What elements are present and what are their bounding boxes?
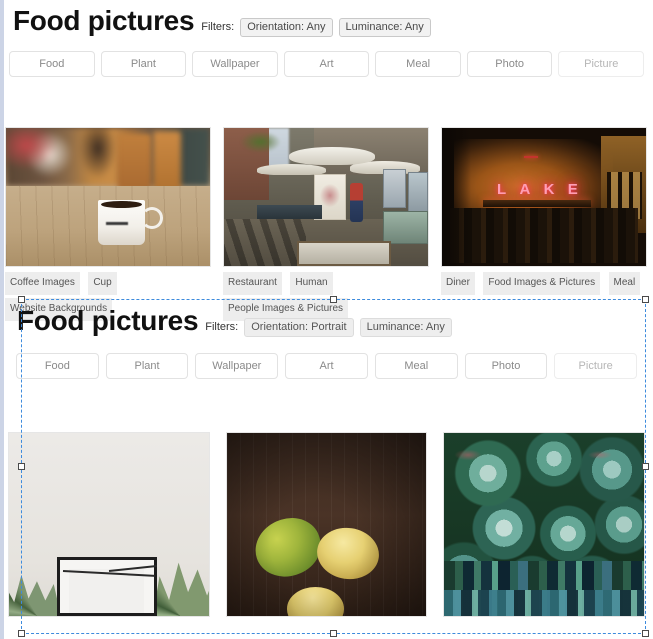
orientation-filter-button[interactable]: Orientation: Portrait <box>244 318 354 337</box>
neon-letter: E <box>567 180 579 198</box>
tab-art[interactable]: Art <box>283 51 370 77</box>
page-title: Food pictures <box>17 305 199 336</box>
lemons-image <box>226 433 427 616</box>
framed-picture <box>383 169 406 209</box>
gallery-card[interactable]: Coffee Images Cup Website Backgrounds <box>5 127 211 324</box>
tab-wallpaper[interactable]: Wallpaper <box>195 353 279 379</box>
thumbnail-lake-neon[interactable]: L A K E <box>441 127 647 267</box>
page-title: Food pictures <box>13 5 195 36</box>
category-tabs[interactable]: Food Plant Wallpaper Art Meal Photo Pict… <box>0 51 653 77</box>
tag-chip[interactable]: Meal <box>608 272 641 295</box>
filters-label: Filters: <box>201 21 235 33</box>
luminance-filter-button[interactable]: Luminance: Any <box>359 318 452 337</box>
framed-picture <box>407 172 428 214</box>
tab-food[interactable]: Food <box>9 51 95 77</box>
tab-art[interactable]: Art <box>285 353 368 379</box>
thumbnail-coffee-mug[interactable] <box>5 127 211 267</box>
tab-photo[interactable]: Photo <box>464 353 548 379</box>
gallery-card[interactable] <box>225 432 428 617</box>
selection-handle-bottom-left[interactable] <box>18 630 25 637</box>
tag-list: Diner Food Images & Pictures Meal <box>441 272 647 298</box>
neon-letter: A <box>519 180 532 198</box>
succulents-image <box>444 433 645 616</box>
tag-chip[interactable]: Cup <box>88 272 117 295</box>
tab-wallpaper[interactable]: Wallpaper <box>192 51 278 77</box>
gallery-card[interactable] <box>8 432 210 617</box>
mug-handle-icon <box>140 206 164 229</box>
selection-handle-middle-right[interactable] <box>642 463 649 470</box>
display-table <box>256 205 322 220</box>
pineapple-leaves-left <box>8 574 61 616</box>
gallery-card[interactable]: Restaurant Human People Images & Picture… <box>223 127 429 324</box>
umbrella-icon <box>289 147 375 166</box>
selection-handle-top-left[interactable] <box>18 296 25 303</box>
image-gallery: Coffee Images Cup Website Backgrounds Re… <box>0 127 653 324</box>
lake-neon-image: L A K E <box>442 128 646 266</box>
dark-vignette <box>442 128 471 266</box>
mug-label <box>105 221 129 225</box>
art-market-image <box>224 128 428 266</box>
gallery-card[interactable]: L A K E Diner Food Images & Pictures Mea… <box>441 127 647 324</box>
vignette-overlay <box>226 433 427 616</box>
picture-frame-image <box>8 433 209 616</box>
tab-photo[interactable]: Photo <box>466 51 553 77</box>
neon-letter: K <box>543 180 556 198</box>
tag-chip[interactable]: Restaurant <box>223 272 282 295</box>
coffee-mug-image <box>6 128 210 266</box>
selection-handle-bottom-center[interactable] <box>330 630 337 637</box>
counter-surface <box>482 199 591 207</box>
tab-picture[interactable]: Picture <box>558 51 645 77</box>
chair-icon <box>152 130 182 192</box>
seating-area <box>450 208 638 264</box>
gallery-card[interactable] <box>443 432 646 617</box>
image-gallery <box>0 432 653 617</box>
section-food-pictures-any: Food pictures Filters: Orientation: Any … <box>0 6 653 324</box>
ground-shadow <box>224 219 306 266</box>
selection-handle-middle-left[interactable] <box>18 463 25 470</box>
section-header: Food pictures Filters: Orientation: Port… <box>0 306 653 337</box>
tag-chip[interactable]: Human <box>290 272 333 295</box>
selection-handle-bottom-right[interactable] <box>642 630 649 637</box>
thumbnail-lemons[interactable] <box>225 432 428 617</box>
thumbnail-art-market[interactable] <box>223 127 429 267</box>
chair-icon <box>118 133 151 189</box>
luminance-filter-button[interactable]: Luminance: Any <box>338 18 431 37</box>
tab-meal[interactable]: Meal <box>374 353 458 379</box>
thumbnail-succulents[interactable] <box>443 432 646 617</box>
tab-food[interactable]: Food <box>16 353 99 379</box>
red-light-icon <box>523 155 538 159</box>
tag-chip[interactable]: Coffee Images <box>5 272 80 295</box>
filters-label: Filters: <box>205 321 239 333</box>
tab-plant[interactable]: Plant <box>100 51 187 77</box>
neon-sign-lake: L A K E <box>493 180 583 198</box>
tab-picture[interactable]: Picture <box>554 353 638 379</box>
person-figure <box>350 183 363 222</box>
neon-letter: L <box>497 180 508 198</box>
image-loading-glitch-band <box>444 590 645 616</box>
orientation-filter-button[interactable]: Orientation: Any <box>240 18 333 37</box>
tab-plant[interactable]: Plant <box>105 353 189 379</box>
tag-chip[interactable]: Diner <box>441 272 475 295</box>
framed-picture <box>297 241 392 266</box>
tag-chip[interactable]: Food Images & Pictures <box>483 272 601 295</box>
page-root: Food pictures Filters: Orientation: Any … <box>0 0 653 639</box>
pineapple-leaves-right <box>152 562 209 616</box>
section-header: Food pictures Filters: Orientation: Any … <box>0 6 653 37</box>
section-food-pictures-portrait[interactable]: Food pictures Filters: Orientation: Port… <box>0 306 653 617</box>
thumbnail-picture-frame[interactable] <box>8 432 210 617</box>
tree-foliage <box>240 130 282 153</box>
framed-picture <box>383 210 428 244</box>
category-tabs[interactable]: Food Plant Wallpaper Art Meal Photo Pict… <box>0 353 653 379</box>
selection-handle-top-right[interactable] <box>642 296 649 303</box>
tab-meal[interactable]: Meal <box>375 51 461 77</box>
selection-handle-top-center[interactable] <box>330 296 337 303</box>
